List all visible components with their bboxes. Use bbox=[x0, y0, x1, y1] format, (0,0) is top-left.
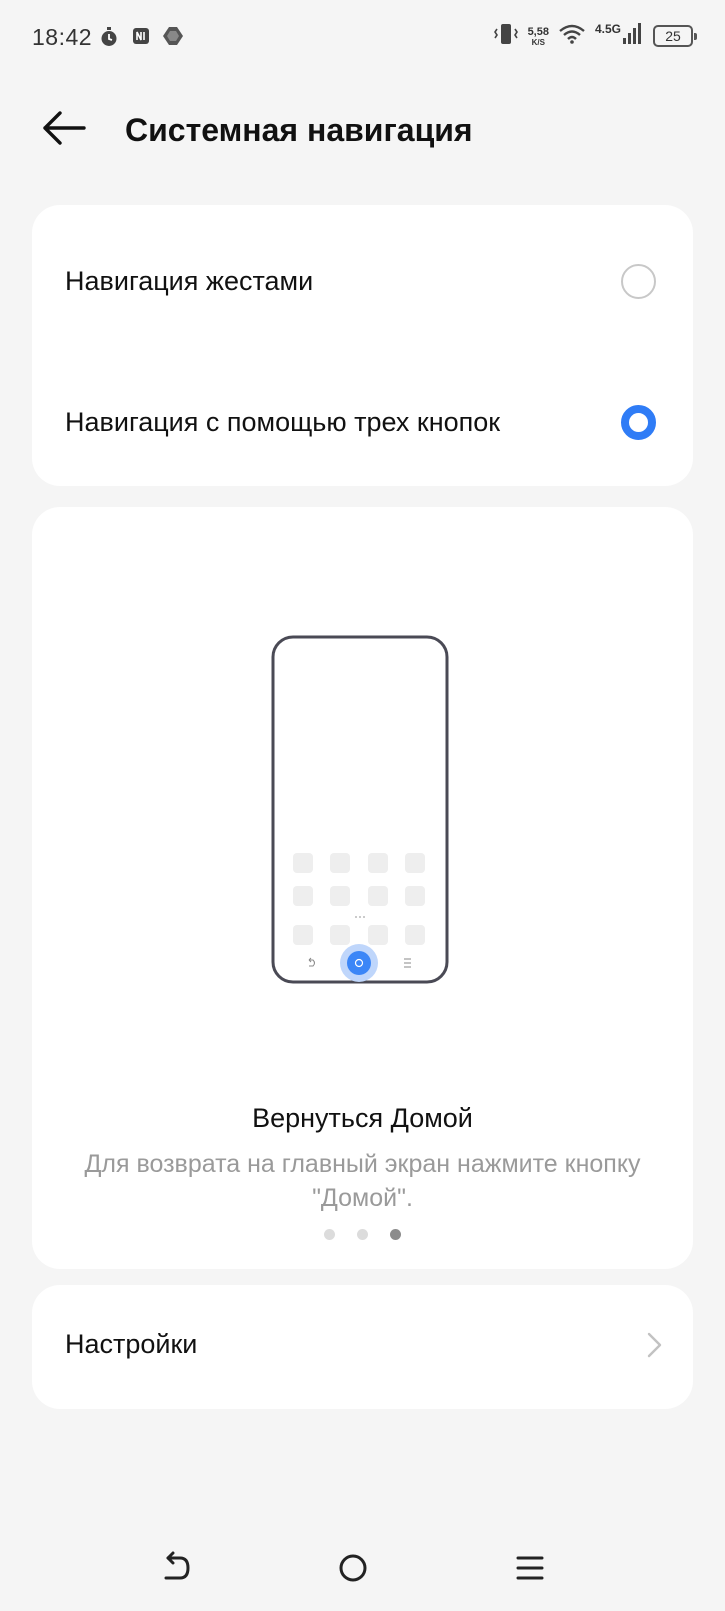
three-button-radio-button[interactable] bbox=[621, 404, 656, 440]
page-dot[interactable] bbox=[357, 1229, 368, 1240]
battery-indicator: 25 bbox=[653, 25, 697, 47]
option-three-button-navigation[interactable]: Навигация с помощью трех кнопок bbox=[32, 362, 693, 482]
page-dot[interactable] bbox=[324, 1229, 335, 1240]
page-dot-active[interactable] bbox=[390, 1229, 401, 1240]
app-notification-icon bbox=[163, 27, 183, 50]
app-bar: Системная навигация bbox=[0, 90, 725, 170]
status-icons: 5,58 K/S 4.5G 25 bbox=[493, 20, 697, 52]
settings-label: Настройки bbox=[65, 1329, 198, 1359]
page-indicator bbox=[32, 1229, 693, 1240]
nfc-icon bbox=[132, 27, 150, 50]
nav-back-button[interactable] bbox=[152, 1550, 202, 1590]
phone-illustration bbox=[271, 635, 455, 996]
signal-icon bbox=[623, 22, 643, 50]
network-speed: 5,58 K/S bbox=[528, 26, 549, 47]
navigation-preview-card: Вернуться Домой Для возврата на главный … bbox=[32, 507, 693, 1269]
vibrate-icon bbox=[493, 23, 518, 50]
battery-level: 25 bbox=[665, 28, 681, 44]
menu-icon bbox=[515, 1553, 545, 1588]
nav-recents-button[interactable] bbox=[505, 1550, 555, 1590]
wifi-icon bbox=[559, 24, 585, 49]
preview-title: Вернуться Домой bbox=[252, 1103, 473, 1133]
preview-description: Для возврата на главный экран нажмите кн… bbox=[84, 1150, 641, 1212]
status-time: 18:42 bbox=[32, 24, 93, 50]
page-title: Системная навигация bbox=[125, 112, 473, 148]
network-speed-unit: K/S bbox=[531, 37, 545, 47]
back-icon bbox=[162, 1551, 192, 1590]
navigation-options-card: Навигация жестами Навигация с помощью тр… bbox=[32, 205, 693, 486]
back-button[interactable] bbox=[36, 104, 92, 156]
network-speed-value: 5,58 bbox=[527, 25, 549, 38]
network-type: 4.5G bbox=[594, 22, 621, 36]
settings-row[interactable]: Настройки bbox=[32, 1285, 693, 1409]
option-gesture-navigation[interactable]: Навигация жестами bbox=[32, 221, 693, 341]
option-gesture-label: Навигация жестами bbox=[65, 265, 314, 296]
arrow-left-icon bbox=[41, 110, 87, 151]
stopwatch-icon bbox=[100, 27, 118, 52]
home-icon bbox=[338, 1553, 368, 1588]
option-three-button-label: Навигация с помощью трех кнопок bbox=[65, 406, 501, 437]
status-bar: 18:42 5,58 K/S 4.5G 25 bbox=[0, 0, 725, 72]
system-navigation-bar bbox=[0, 1530, 725, 1611]
gesture-radio-button[interactable] bbox=[621, 263, 656, 299]
chevron-right-icon bbox=[647, 1331, 663, 1364]
nav-home-button[interactable] bbox=[328, 1550, 378, 1590]
